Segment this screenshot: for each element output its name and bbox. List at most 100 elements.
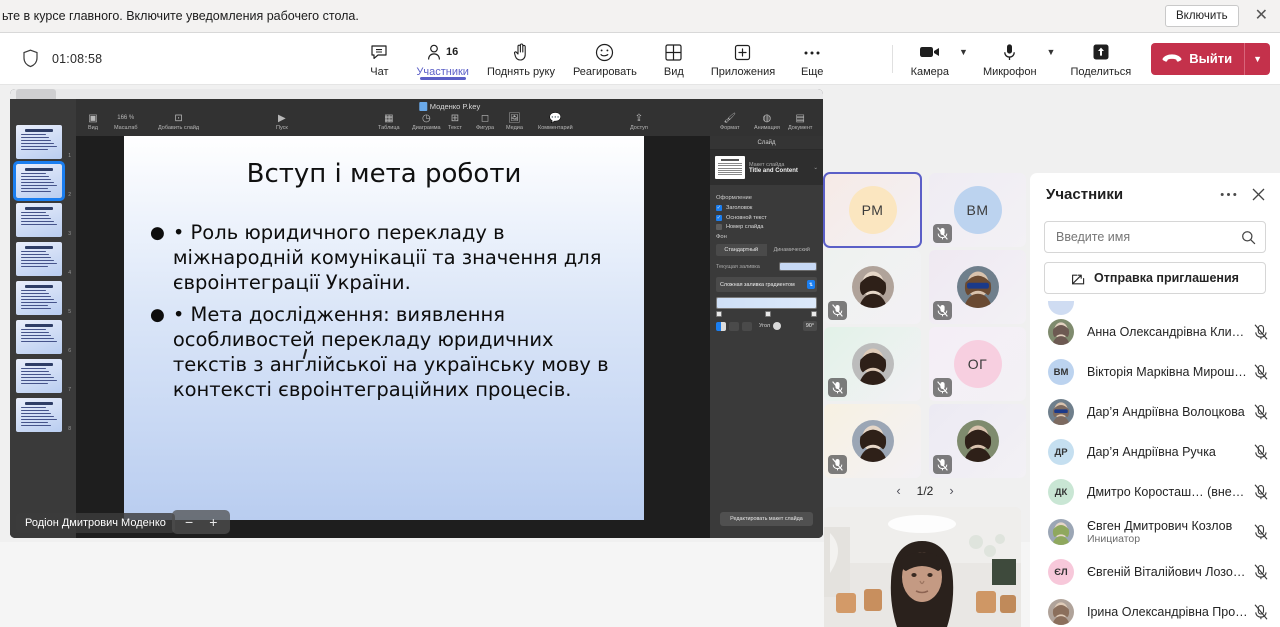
toolbar-item-more[interactable]: Еще (785, 40, 839, 78)
participant-search-box[interactable] (1044, 221, 1266, 253)
leave-meeting-button[interactable]: Выйти ▼ (1151, 42, 1270, 75)
slide-thumbnail[interactable] (16, 320, 62, 354)
keynote-table-button[interactable]: ▦ Таблица (378, 113, 400, 131)
toolbar-item-participants[interactable]: 16 Участники (408, 40, 477, 80)
angle-dial[interactable] (773, 322, 782, 330)
zoom-in-button[interactable]: + (209, 515, 217, 529)
slide-thumbnail-item[interactable]: 6 (16, 320, 76, 354)
keynote-inspector-panel[interactable]: Слайд Макет слайда Title and Content ⌄ О… (710, 136, 823, 538)
participant-row[interactable]: ВМ Вікторія Марківна Мирошни… (1030, 352, 1280, 392)
camera-options-chevron-down-icon[interactable]: ▼ (957, 47, 975, 71)
slide-thumbnail[interactable] (16, 125, 62, 159)
participant-tile[interactable] (824, 250, 921, 324)
gradient-flip-button[interactable] (742, 321, 752, 331)
participant-tile[interactable] (824, 327, 921, 401)
slide-thumbnail[interactable] (16, 281, 62, 315)
shared-screen[interactable]: Моденко P.key ▣ Вид 166 % Масштаб ⊡ Доба… (10, 89, 823, 538)
slide-thumbnail[interactable] (16, 398, 62, 432)
search-icon[interactable] (1241, 230, 1256, 245)
gradient-stop[interactable] (811, 311, 817, 317)
keynote-document-button[interactable]: ▤ Документ (788, 113, 812, 131)
leave-options-chevron-down-icon[interactable]: ▼ (1244, 42, 1270, 75)
send-invitation-button[interactable]: Отправка приглашения (1044, 262, 1266, 294)
keynote-view-button[interactable]: ▣ Вид (88, 113, 98, 131)
segment-dynamic[interactable]: Динамический (766, 244, 817, 256)
keynote-slide-navigator[interactable]: 1 2 3 4 5 6 7 8 (10, 99, 76, 538)
appearance-option-slide-number[interactable]: Номер слайда (716, 224, 817, 230)
close-icon[interactable] (1251, 187, 1266, 202)
participant-list[interactable]: Анна Олександрівна Климен… ВМ Вікторія Мар… (1030, 301, 1280, 627)
appearance-option-title[interactable]: ✓ Заголовок (716, 205, 817, 211)
keynote-add-slide-button[interactable]: ⊡ Добавить слайд (158, 113, 199, 131)
participant-tile[interactable]: ВМ (929, 173, 1026, 247)
appearance-option-body[interactable]: ✓ Основной текст (716, 214, 817, 221)
gradient-stop[interactable] (765, 311, 771, 317)
participant-row[interactable]: Ірина Олександрівна Просол (1030, 592, 1280, 627)
fill-type-dropdown[interactable]: Сложная заливка градиентом ⇅ (716, 277, 817, 292)
mic-off-icon[interactable] (1254, 564, 1268, 580)
participant-tile[interactable] (824, 404, 921, 478)
keynote-play-button[interactable]: ▶ Пуск (276, 113, 288, 131)
participant-tile[interactable] (929, 404, 1026, 478)
keynote-share-button[interactable]: ⇪ Доступ (630, 113, 648, 131)
participant-row[interactable]: ДК Дмитро Коросташ… (внешний) (1030, 472, 1280, 512)
participant-tile[interactable] (929, 250, 1026, 324)
keynote-zoom-button[interactable]: 166 % Масштаб (114, 113, 138, 131)
participant-row[interactable]: ДР Дар’я Андріївна Ручка (1030, 432, 1280, 472)
enable-notifications-button[interactable]: Включить (1165, 5, 1239, 27)
mic-off-icon[interactable] (1254, 604, 1268, 620)
mic-off-icon[interactable] (1254, 524, 1268, 540)
keynote-canvas[interactable]: Вступ і мета роботи ● • Роль юридичного … (76, 136, 710, 538)
search-input[interactable] (1056, 230, 1241, 244)
microphone-options-chevron-down-icon[interactable]: ▼ (1045, 47, 1063, 71)
background-type-segmented-control[interactable]: Стандартный Динамический (716, 244, 817, 256)
toolbar-item-apps[interactable]: Приложения (703, 40, 783, 78)
chevron-left-icon[interactable]: ‹ (896, 483, 900, 498)
participant-row[interactable]: Дар’я Андріївна Волоцкова (1030, 392, 1280, 432)
gradient-stop[interactable] (716, 311, 722, 317)
mic-off-icon[interactable] (1254, 324, 1268, 340)
share-screen-button[interactable]: Поделиться (1062, 40, 1139, 78)
mic-off-icon[interactable] (1254, 364, 1268, 380)
slide-thumbnail[interactable] (16, 359, 62, 393)
slide-thumbnail-item[interactable]: 8 (16, 398, 76, 432)
keynote-animate-button[interactable]: ◍ Анимация (754, 113, 780, 131)
gradient-direction-button[interactable] (716, 321, 726, 331)
angle-value[interactable]: 90° (802, 321, 817, 331)
toolbar-item-view[interactable]: Вид (647, 40, 701, 78)
slide-thumbnail-item[interactable]: 2 (13, 161, 76, 201)
close-icon[interactable]: ✕ (1251, 8, 1272, 24)
current-fill-swatch[interactable] (779, 262, 817, 271)
slide-thumbnail[interactable] (16, 203, 62, 237)
slide-thumbnail-item[interactable]: 5 (16, 281, 76, 315)
gradient-bar[interactable] (716, 297, 817, 317)
keynote-chart-button[interactable]: ◷ Диаграмма (412, 113, 441, 131)
slide-thumbnail-item[interactable]: 4 (16, 242, 76, 276)
share-zoom-controls[interactable]: − + (172, 510, 231, 534)
edit-slide-layout-button[interactable]: Редактировать макет слайда (720, 512, 813, 526)
zoom-out-button[interactable]: − (185, 515, 193, 529)
slide-thumbnail-item[interactable]: 7 (16, 359, 76, 393)
gradient-reverse-button[interactable] (729, 321, 739, 331)
slide-thumbnail-list[interactable]: 1 2 3 4 5 6 7 8 (10, 125, 76, 538)
keynote-shape-button[interactable]: ◻ Фигура (476, 113, 494, 131)
segment-standard[interactable]: Стандартный (716, 244, 767, 256)
chevron-right-icon[interactable]: › (949, 483, 953, 498)
mic-off-icon[interactable] (1254, 444, 1268, 460)
participant-row[interactable]: Євген Дмитрович Козлов Инициатор (1030, 512, 1280, 552)
chevron-down-icon[interactable]: ⌄ (813, 165, 818, 171)
slide-thumbnail[interactable] (13, 161, 65, 201)
participant-tile[interactable]: ОГ (929, 327, 1026, 401)
keynote-format-button[interactable]: 🖌 Формат (720, 113, 740, 131)
slide-thumbnail-item[interactable]: 3 (16, 203, 76, 237)
toolbar-item-raise-hand[interactable]: Поднять руку (479, 40, 563, 78)
participant-tile[interactable]: РМ (823, 172, 922, 248)
toolbar-item-reactions[interactable]: Реагировать (565, 40, 645, 78)
mic-off-icon[interactable] (1254, 404, 1268, 420)
slide-layout-selector[interactable]: Макет слайда Title and Content ⌄ (710, 150, 823, 185)
keynote-media-button[interactable]: 🖼 Медиа (506, 113, 523, 131)
more-horizontal-icon[interactable] (1220, 192, 1237, 197)
slide-thumbnail-item[interactable]: 1 (16, 125, 76, 159)
participant-row[interactable]: Анна Олександрівна Климен… (1030, 312, 1280, 352)
toolbar-item-chat[interactable]: Чат (352, 40, 406, 78)
